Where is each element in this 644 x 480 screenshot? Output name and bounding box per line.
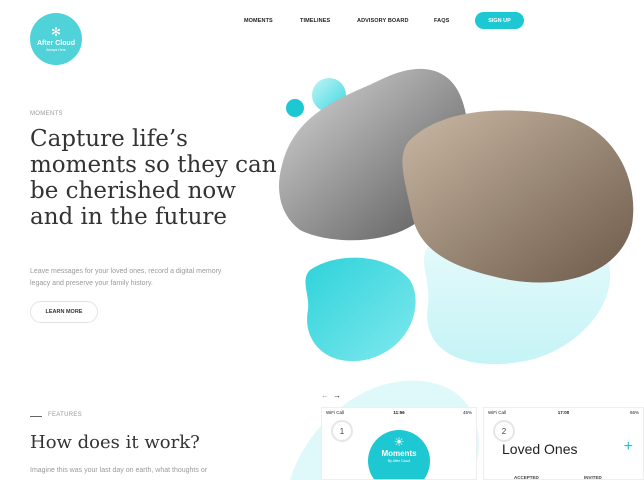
signup-button[interactable]: SIGN UP bbox=[475, 12, 524, 29]
app-title: Moments bbox=[381, 449, 417, 458]
nav-faqs[interactable]: FAQS bbox=[434, 18, 449, 24]
cloud-icon: ✻ bbox=[50, 24, 62, 39]
brand-tagline: Always Here bbox=[46, 47, 66, 52]
teal-blob bbox=[305, 257, 416, 362]
moments-app-icon: ☀ Moments By After Cloud bbox=[368, 430, 430, 479]
brand-logo[interactable]: ✻ After Cloud Always Here bbox=[30, 13, 82, 65]
battery-label: 45% bbox=[462, 410, 472, 415]
features-title: How does it work? bbox=[30, 432, 200, 453]
nav-advisory-board[interactable]: ADVISORY BOARD bbox=[357, 18, 409, 24]
learn-more-button[interactable]: LEARN MORE bbox=[30, 301, 98, 323]
loved-ones-title: Loved Ones bbox=[502, 441, 578, 457]
carousel-controls: ← → bbox=[321, 391, 345, 400]
tab-invited[interactable]: INVITED bbox=[584, 475, 602, 479]
clock: 17:00 bbox=[557, 410, 570, 415]
tab-accepted[interactable]: ACCEPTED bbox=[514, 475, 539, 479]
phone-step-1: WiFi Call 11:56 45% 1 ☀ Moments By After… bbox=[321, 407, 477, 480]
hero-title: Capture life’s moments so they can be ch… bbox=[30, 126, 277, 230]
features-divider bbox=[30, 416, 42, 417]
arrow-left-icon[interactable]: ← bbox=[321, 391, 329, 400]
status-bar: WiFi Call 17:00 66% bbox=[488, 410, 639, 418]
small-blob bbox=[286, 99, 304, 117]
phone-step-2: WiFi Call 17:00 66% 2 Loved Ones + ACCEP… bbox=[483, 407, 644, 480]
sun-cloud-icon: ☀ bbox=[393, 435, 405, 449]
step-number: 1 bbox=[331, 420, 353, 442]
nav-timelines[interactable]: TIMELINES bbox=[300, 18, 330, 24]
app-subtitle: By After Cloud bbox=[387, 459, 411, 463]
step-number: 2 bbox=[493, 420, 515, 442]
nav-moments[interactable]: MOMENTS bbox=[244, 18, 273, 24]
hero-eyebrow: MOMENTS bbox=[30, 111, 63, 117]
features-eyebrow: FEATURES bbox=[48, 412, 82, 418]
carrier-label: WiFi Call bbox=[488, 410, 506, 415]
status-bar: WiFi Call 11:56 45% bbox=[326, 410, 472, 418]
features-intro: Imagine this was your last day on earth,… bbox=[30, 467, 208, 474]
hero-subtitle: Leave messages for your loved ones, reco… bbox=[30, 268, 222, 287]
add-icon[interactable]: + bbox=[624, 438, 633, 456]
brand-name: After Cloud bbox=[36, 39, 76, 47]
carrier-label: WiFi Call bbox=[326, 410, 344, 415]
clock: 11:56 bbox=[393, 410, 405, 415]
arrow-right-icon[interactable]: → bbox=[333, 391, 341, 400]
battery-label: 66% bbox=[629, 410, 639, 415]
